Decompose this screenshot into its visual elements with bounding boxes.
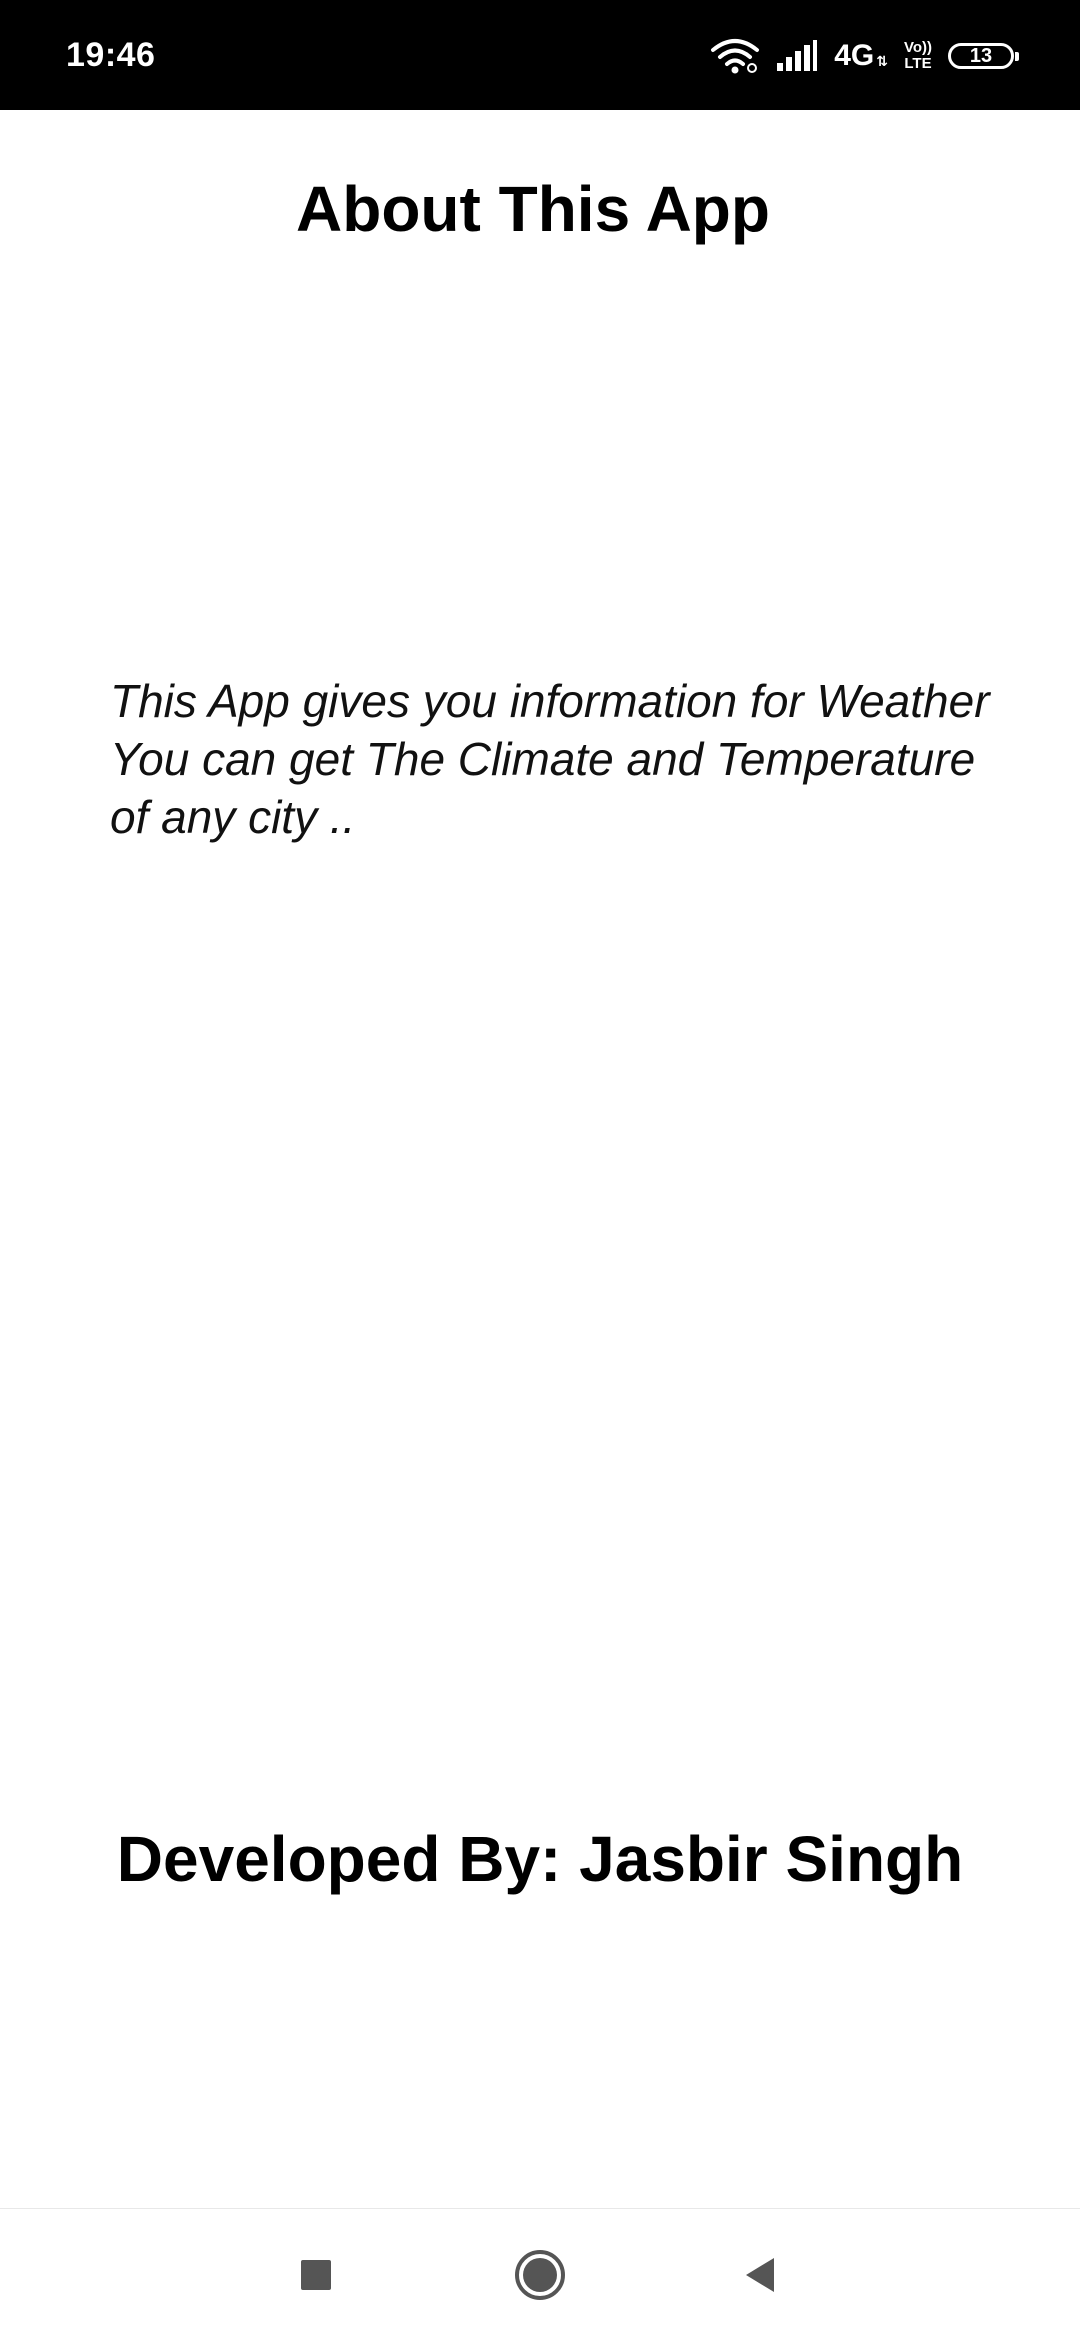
- home-button[interactable]: [512, 2249, 568, 2305]
- navigation-bar: [0, 2208, 1080, 2340]
- back-icon: [740, 2255, 780, 2300]
- status-time: 19:46: [66, 36, 156, 74]
- battery-icon: 13: [948, 43, 1019, 69]
- signal-icon: [776, 39, 818, 73]
- home-icon: [513, 2248, 567, 2307]
- developer-credit: Developed By: Jasbir Singh: [116, 1823, 964, 1895]
- recents-button[interactable]: [288, 2249, 344, 2305]
- battery-level: 13: [969, 44, 993, 67]
- recents-icon: [299, 2258, 333, 2297]
- status-bar: 19:46 4G ⇅ Vo)) LTE 13: [0, 0, 1080, 110]
- wifi-icon: [710, 38, 760, 74]
- network-type: 4G ⇅: [834, 39, 888, 72]
- page-title: About This App: [296, 173, 770, 245]
- data-arrows-icon: ⇅: [876, 53, 888, 69]
- back-button[interactable]: [732, 2249, 788, 2305]
- app-description: This App gives you information for Weath…: [110, 675, 990, 843]
- volte-indicator: Vo)) LTE: [903, 39, 932, 72]
- status-icons: 4G ⇅ Vo)) LTE 13: [710, 36, 1019, 76]
